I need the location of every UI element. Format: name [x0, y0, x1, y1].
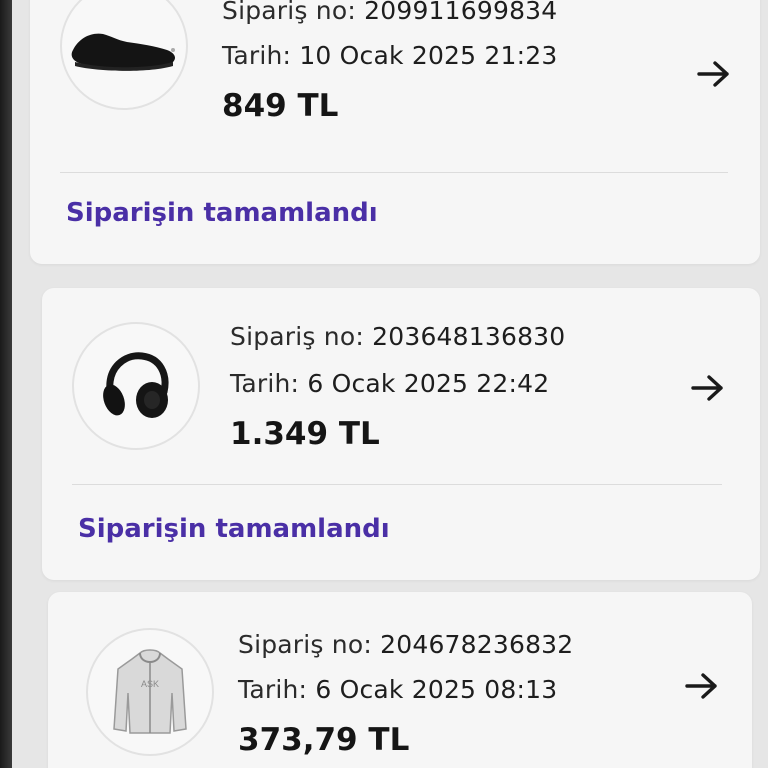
order-status[interactable]: Siparişin tamamlandı [66, 198, 378, 228]
order-history-screen: Sipariş no: 209911699834 Tarih: 10 Ocak … [0, 0, 768, 768]
order-card[interactable]: Sipariş no: 209911699834 Tarih: 10 Ocak … [30, 0, 760, 264]
order-detail-arrow[interactable] [688, 368, 728, 408]
sneaker-icon [71, 33, 175, 71]
order-status[interactable]: Siparişin tamamlandı [78, 514, 390, 544]
order-number-label: Sipariş no: [238, 630, 372, 659]
order-info: Sipariş no: 209911699834 Tarih: 10 Ocak … [222, 0, 557, 124]
device-bezel [0, 0, 12, 768]
arrow-right-icon [697, 61, 729, 87]
order-date-label: Tarih: [230, 369, 300, 398]
order-card[interactable]: ASK Sipariş no: 204678236832 Tarih: 6 Oc… [48, 592, 752, 768]
order-number: 204678236832 [380, 630, 574, 659]
product-thumbnail [72, 322, 200, 450]
card-divider [72, 484, 722, 485]
order-date-line: Tarih: 10 Ocak 2025 21:23 [222, 41, 557, 70]
order-number: 203648136830 [372, 322, 566, 351]
order-detail-arrow[interactable] [694, 54, 734, 94]
order-number-label: Sipariş no: [222, 0, 356, 25]
headphones-icon [103, 352, 169, 418]
order-number-line: Sipariş no: 204678236832 [238, 630, 573, 659]
arrow-right-icon [685, 673, 717, 699]
svg-text:ASK: ASK [141, 679, 159, 689]
order-date-line: Tarih: 6 Ocak 2025 22:42 [230, 369, 565, 398]
order-date-line: Tarih: 6 Ocak 2025 08:13 [238, 675, 573, 704]
order-price: 849 TL [222, 88, 339, 124]
order-date-label: Tarih: [222, 41, 292, 70]
order-date-label: Tarih: [238, 675, 308, 704]
order-number-label: Sipariş no: [230, 322, 364, 351]
order-number-line: Sipariş no: 209911699834 [222, 0, 557, 25]
arrow-right-icon [691, 375, 723, 401]
product-thumbnail [60, 0, 188, 110]
order-number: 209911699834 [364, 0, 558, 25]
hoodie-icon: ASK [113, 649, 187, 734]
order-info: Sipariş no: 203648136830 Tarih: 6 Ocak 2… [230, 322, 565, 452]
card-divider [60, 172, 728, 173]
order-date: 10 Ocak 2025 21:23 [299, 41, 558, 70]
order-price: 373,79 TL [238, 722, 410, 758]
order-detail-arrow[interactable] [682, 666, 722, 706]
order-date: 6 Ocak 2025 08:13 [315, 675, 558, 704]
order-number-line: Sipariş no: 203648136830 [230, 322, 565, 351]
order-info: Sipariş no: 204678236832 Tarih: 6 Ocak 2… [238, 630, 573, 758]
order-card[interactable]: Sipariş no: 203648136830 Tarih: 6 Ocak 2… [42, 288, 760, 580]
order-price: 1.349 TL [230, 416, 380, 452]
order-date: 6 Ocak 2025 22:42 [307, 369, 550, 398]
product-thumbnail: ASK [86, 628, 214, 756]
